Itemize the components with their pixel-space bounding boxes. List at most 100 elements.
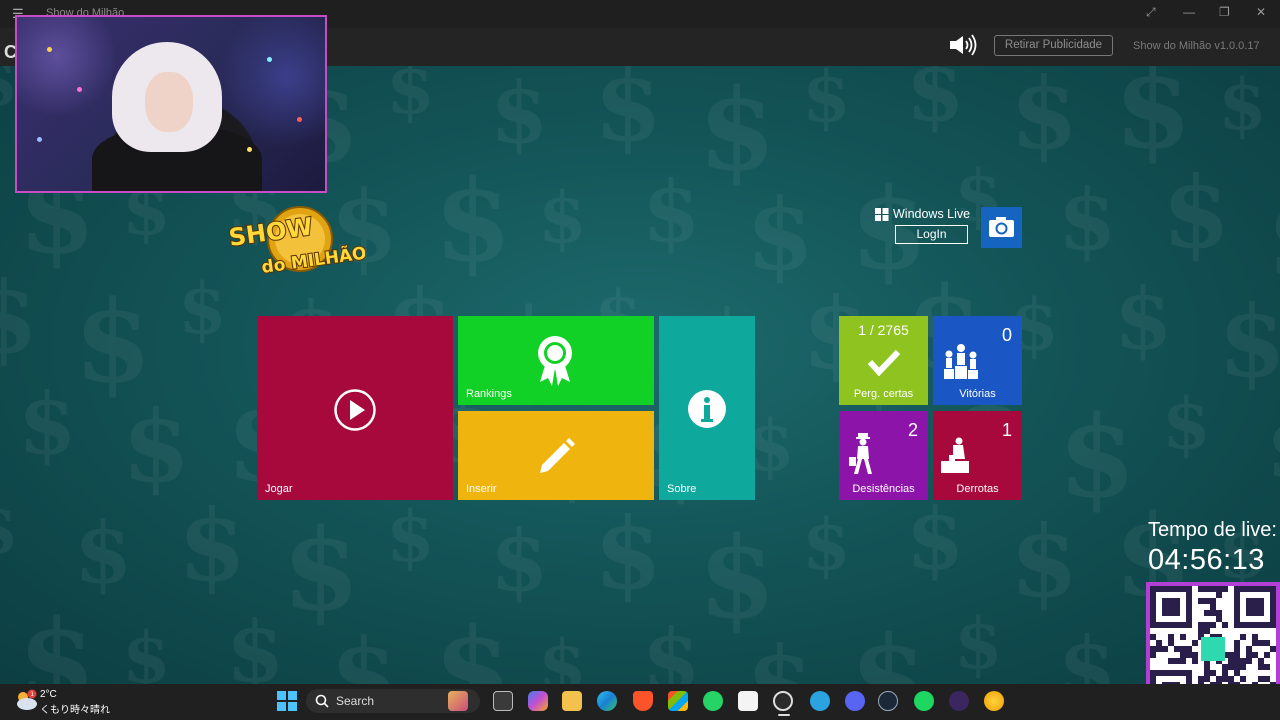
dollar-sign-pattern: $ [642, 610, 701, 687]
dollar-sign-pattern: $ [802, 503, 851, 586]
stat-quits-count: 2 [907, 420, 918, 440]
dollar-sign-pattern: $ [594, 66, 663, 164]
dollar-sign-pattern: $ [386, 495, 435, 578]
file-explorer-icon[interactable] [562, 691, 582, 711]
pencil-icon [540, 438, 575, 473]
live-time-value: 04:56:13 [1148, 544, 1265, 576]
discord-icon[interactable] [845, 691, 865, 711]
active-app-indicator [778, 714, 790, 716]
dollar-sign-pattern: $ [490, 66, 549, 162]
dollar-sign-pattern: $ [74, 277, 152, 408]
show-do-milhao-logo: SHOW do MILHÃO [226, 206, 365, 277]
stat-correct-label: Perg. certas [853, 388, 914, 400]
windows-live-label: Windows Live [893, 207, 971, 221]
stat-losses-count: 1 [1001, 420, 1012, 440]
dollar-sign-pattern: $ [122, 390, 191, 505]
play-icon [334, 389, 376, 431]
live-time-label: Tempo de live: [1148, 519, 1277, 541]
stat-correct-count: 1 / 2765 [858, 322, 909, 338]
dollar-sign-pattern: $ [18, 596, 96, 687]
weather-badge: 1 [30, 691, 34, 698]
dollar-sign-pattern: $ [1114, 269, 1173, 368]
dollar-sign-pattern: $ [698, 513, 776, 644]
dollar-sign-pattern: $ [538, 624, 587, 687]
speaker-icon[interactable] [948, 34, 978, 56]
stat-losses-label: Derrotas [956, 483, 999, 495]
steam-icon[interactable] [878, 691, 898, 711]
sitting-man-icon [941, 437, 969, 473]
dollar-sign-pattern: $ [906, 66, 965, 140]
search-highlight-icon [448, 691, 468, 711]
windows-start-icon[interactable] [277, 691, 297, 711]
store-icon[interactable] [668, 691, 688, 711]
dollar-sign-pattern: $ [178, 267, 227, 350]
dollar-sign-pattern: $ [1162, 156, 1231, 271]
stat-quits-label: Desistências [852, 483, 915, 495]
dollar-sign-pattern: $ [330, 618, 399, 687]
dollar-sign-pattern: $ [698, 66, 776, 196]
windows-logo-icon [875, 208, 889, 221]
camera-button[interactable] [981, 207, 1022, 248]
dollar-sign-pattern: $ [434, 156, 512, 287]
dollar-sign-pattern: $ [386, 66, 435, 130]
dollar-sign-pattern: $ [906, 489, 965, 588]
tile-rankings[interactable]: Rankings [458, 316, 654, 405]
stat-wins[interactable]: 0 Vitórias [933, 316, 1022, 405]
dollar-sign-pattern: $ [1162, 382, 1211, 465]
dollar-sign-pattern: $ [1058, 170, 1117, 269]
app-icon[interactable] [738, 691, 758, 711]
game-icon[interactable] [984, 691, 1004, 711]
spotify-icon[interactable] [914, 691, 934, 711]
tile-sobre-label: Sobre [667, 483, 697, 495]
camera-icon [989, 217, 1014, 237]
dollar-sign-pattern: $ [1114, 66, 1192, 174]
dollar-sign-pattern: $ [0, 494, 19, 564]
login-button[interactable]: LogIn [895, 225, 968, 244]
dollar-sign-pattern: $ [18, 374, 77, 473]
minimize-icon[interactable]: — [1183, 5, 1195, 19]
podium-icon [944, 344, 978, 379]
dollar-sign-pattern: $ [746, 178, 815, 293]
dollar-sign-pattern: $ [178, 489, 247, 604]
copilot-icon[interactable] [528, 691, 548, 711]
stat-correct-answers[interactable]: 1 / 2765 Perg. certas [839, 316, 928, 405]
brave-icon[interactable] [633, 691, 653, 711]
dollar-sign-pattern: $ [1058, 618, 1117, 687]
search-label: Search [336, 694, 375, 708]
stat-losses[interactable]: 1 Derrotas [933, 411, 1022, 500]
webcam-face [145, 72, 193, 132]
telegram-icon[interactable] [810, 691, 830, 711]
tile-inserir-label: Inserir [466, 483, 497, 495]
tile-jogar[interactable]: Jogar [257, 316, 453, 500]
dollar-sign-pattern: $ [74, 503, 133, 602]
walking-man-icon [849, 433, 872, 474]
whatsapp-icon[interactable] [703, 691, 723, 711]
dollar-sign-pattern: $ [1010, 505, 1079, 620]
dollar-sign-pattern: $ [282, 505, 360, 636]
dollar-sign-pattern: $ [850, 612, 928, 687]
dollar-sign-pattern: $ [802, 66, 851, 138]
stat-wins-count: 0 [1001, 325, 1012, 345]
remove-ads-button[interactable]: Retirar Publicidade [994, 35, 1113, 56]
dollar-sign-pattern: $ [538, 176, 587, 259]
check-icon [867, 349, 901, 376]
weather-description: くもり時々晴れ [40, 705, 110, 716]
edge-icon[interactable] [597, 691, 617, 711]
task-view-icon[interactable] [493, 691, 513, 711]
info-icon [688, 390, 726, 428]
stat-wins-label: Vitórias [959, 388, 996, 400]
obs-icon[interactable] [773, 691, 793, 711]
dollar-sign-pattern: $ [1266, 182, 1280, 294]
maximize-icon[interactable]: ❐ [1219, 5, 1230, 19]
stat-quits[interactable]: 2 Desistências [839, 411, 928, 500]
tile-inserir[interactable]: Inserir [458, 411, 654, 500]
app-icon-2[interactable] [949, 691, 969, 711]
dollar-sign-pattern: $ [642, 162, 701, 261]
weather-cloud-sun-icon[interactable]: 1 [14, 689, 38, 711]
close-icon[interactable]: ✕ [1256, 5, 1266, 19]
expand-icon[interactable]: ⤢ [1146, 5, 1156, 20]
version-label: Show do Milhão v1.0.0.17 [1133, 40, 1260, 52]
search-icon [315, 694, 329, 708]
tile-sobre[interactable]: Sobre [659, 316, 755, 500]
dollar-sign-pattern: $ [594, 497, 663, 612]
